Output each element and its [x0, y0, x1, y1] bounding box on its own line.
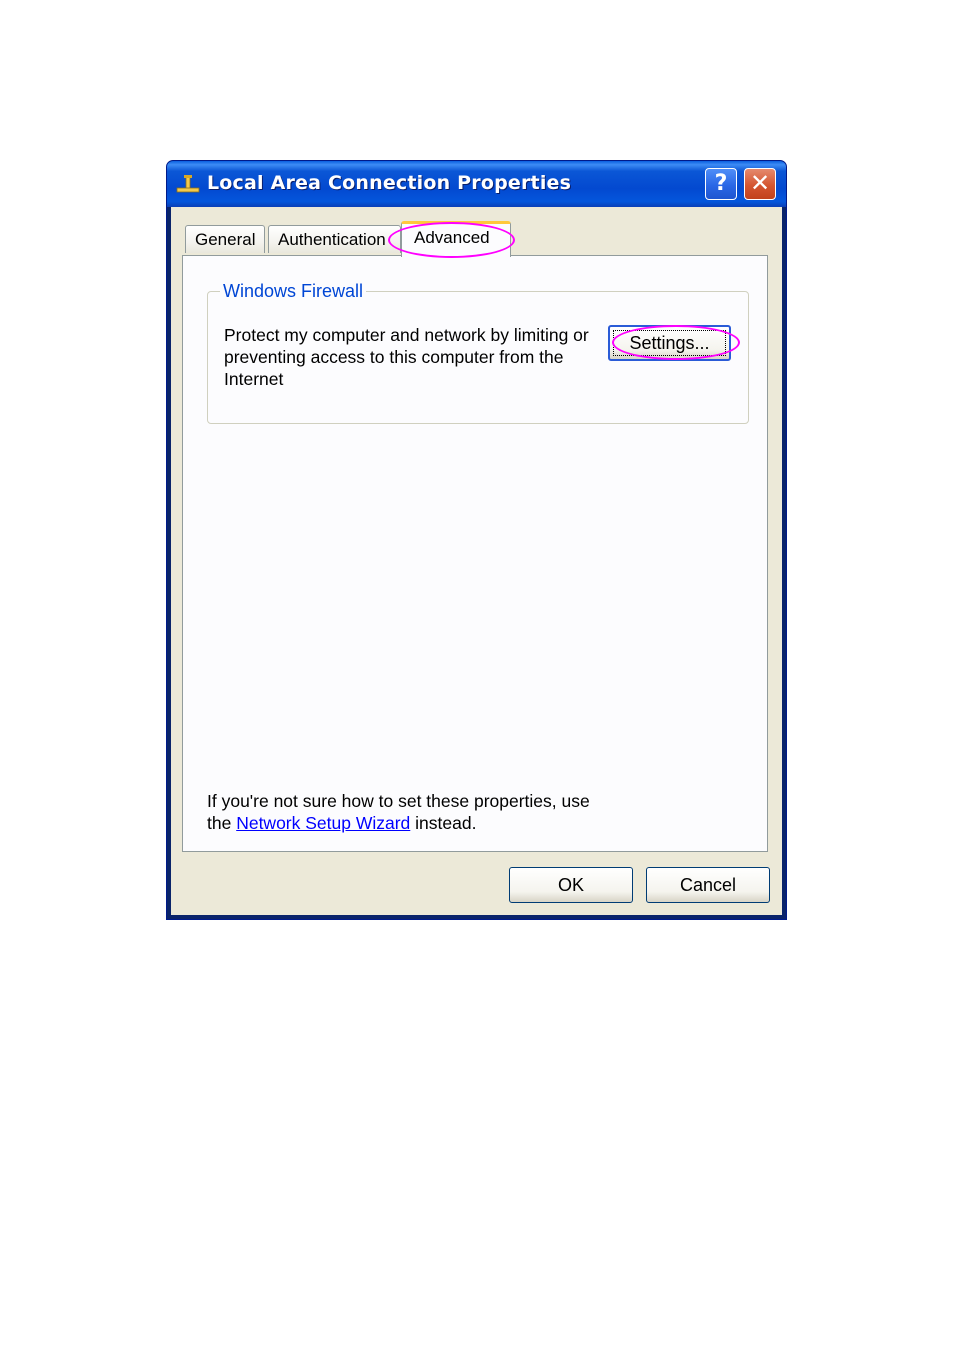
help-button[interactable]: ?: [705, 168, 737, 200]
tab-general[interactable]: General: [185, 225, 265, 253]
help-suffix: instead.: [410, 813, 477, 833]
help-line-2: the Network Setup Wizard instead.: [207, 812, 627, 834]
help-line-1: If you're not sure how to set these prop…: [207, 791, 590, 811]
help-text: If you're not sure how to set these prop…: [207, 790, 627, 834]
tab-advanced[interactable]: Advanced: [401, 221, 511, 257]
advanced-tab-panel: Windows Firewall Protect my computer and…: [182, 255, 768, 852]
tab-authentication[interactable]: Authentication: [268, 225, 401, 253]
network-connection-icon: [176, 175, 200, 193]
firewall-description: Protect my computer and network by limit…: [224, 325, 589, 389]
windows-firewall-group: Windows Firewall Protect my computer and…: [207, 280, 749, 424]
close-button[interactable]: ✕: [744, 168, 776, 200]
group-title: Windows Firewall: [220, 280, 367, 302]
help-icon: ?: [714, 171, 728, 196]
title-bar[interactable]: Local Area Connection Properties ? ✕: [167, 161, 786, 207]
focus-rectangle: [613, 330, 726, 356]
dialog-client-area: General Authentication Advanced Windows …: [171, 207, 782, 915]
network-setup-wizard-link[interactable]: Network Setup Wizard: [236, 813, 410, 833]
properties-dialog: Local Area Connection Properties ? ✕ Gen…: [166, 160, 787, 920]
ok-button[interactable]: OK: [509, 867, 633, 903]
close-icon: ✕: [749, 169, 771, 197]
window-title: Local Area Connection Properties: [207, 172, 572, 194]
help-prefix: the: [207, 813, 237, 833]
cancel-button[interactable]: Cancel: [646, 867, 770, 903]
settings-button[interactable]: Settings...: [608, 325, 731, 361]
